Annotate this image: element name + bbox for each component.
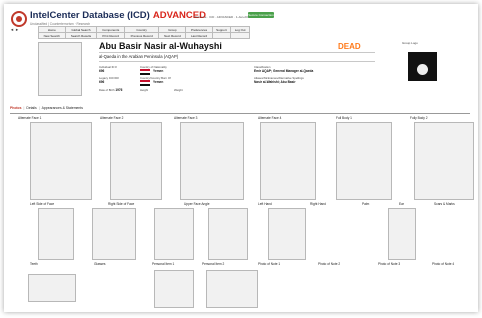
field-value: 1976 — [115, 88, 123, 92]
photo-caption: Upper Face Angle — [184, 202, 210, 206]
nav-print-record[interactable]: Print Record — [96, 32, 125, 39]
photo-caption: Left Side of Face — [30, 202, 55, 206]
photo-personal-item-1[interactable] — [154, 208, 194, 260]
photo-alternate-face-2[interactable] — [110, 122, 162, 200]
yemen-flag-icon — [140, 69, 150, 75]
photo-mouth-closeup[interactable] — [28, 274, 76, 302]
intelcenter-logo-icon — [11, 11, 27, 27]
field-label: Date of Birth — [99, 88, 115, 92]
nav-previous-record[interactable]: Previous Record — [123, 32, 160, 39]
profile-photo-placeholder[interactable] — [38, 42, 82, 96]
photo-caption: Alternate Face 1 — [18, 116, 42, 120]
person-organization[interactable]: al-Qaeda in the Arabian Peninsula (AQAP) — [99, 54, 178, 59]
nav-search-results[interactable]: Search Results — [64, 32, 98, 39]
photo-caption: Right Hand — [310, 202, 326, 206]
person-name: Abu Basir Nasir al-Wuhayshi — [99, 41, 222, 51]
photo-caption: Photo of Note 3 — [378, 262, 401, 266]
secure-connection-button[interactable]: Secure Connection — [248, 12, 274, 18]
photo-personal-item-2[interactable] — [208, 208, 248, 260]
record-tabs: Photos | Details | Appearances & Statements — [10, 106, 83, 110]
nav-new-search[interactable]: New Search — [38, 32, 66, 39]
status-badge: DEAD — [338, 42, 361, 51]
tab-separator: | — [23, 106, 25, 110]
photo-caption: Photo of Note 2 — [318, 262, 341, 266]
photo-caption: Alternate Face 4 — [258, 116, 282, 120]
app-title: IntelCenter Database (ICD) ADVANCED — [30, 10, 206, 21]
photo-document[interactable] — [206, 270, 258, 308]
photo-glasses[interactable] — [92, 208, 136, 260]
photo-caption: Teeth — [30, 262, 38, 266]
photo-caption: Full Body 1 — [336, 116, 352, 120]
photo-caption: Personal Item 1 — [152, 262, 175, 266]
photo-caption: Left Hand — [258, 202, 272, 206]
divider — [99, 52, 375, 53]
yemen-flag-icon — [140, 80, 150, 86]
photo-caption: Ear — [399, 202, 404, 206]
nav-empty-1 — [211, 32, 232, 39]
photo-teeth[interactable] — [38, 208, 74, 260]
record-window: IntelCenter Database (ICD) ADVANCED Uncla… — [4, 4, 478, 312]
tab-photos[interactable]: Photos — [10, 106, 22, 110]
nav-next-record[interactable]: Next Record — [158, 32, 187, 39]
photo-alternate-face-3[interactable] — [180, 122, 244, 200]
field-height: Height — [140, 88, 149, 92]
app-title-text: IntelCenter Database (ICD) — [30, 10, 150, 21]
photo-caption: Photo of Note 4 — [432, 262, 455, 266]
photo-caption: Personal Item 2 — [202, 262, 225, 266]
group-logo-label: Group Logo — [402, 41, 418, 45]
photo-note-1[interactable] — [268, 208, 306, 260]
photo-caption: Alternate Face 2 — [100, 116, 124, 120]
tabs-divider — [10, 113, 470, 114]
photo-caption: Photo of Note 1 — [258, 262, 281, 266]
group-flag-icon[interactable] — [408, 52, 437, 81]
nav-arrows-icon[interactable]: ◄ ► — [10, 27, 19, 32]
photo-full-body-1[interactable] — [336, 122, 392, 200]
photo-caption: Right Side of Face — [108, 202, 135, 206]
welcome-text: Welcome · ICD · ADVANCED · 1-Jan-2011 — [194, 15, 251, 19]
field-individual-id: Individual ID # 696 — [99, 65, 117, 73]
photo-alternate-face-1[interactable] — [30, 122, 92, 200]
tab-details[interactable]: Details — [26, 106, 36, 110]
field-legacy-id: Legacy ICD ID# 696 — [99, 76, 119, 84]
field-aliases: Aliases/Nicknames/Alternative Spellings … — [254, 76, 304, 84]
tab-appearances[interactable]: Appearances & Statements — [42, 106, 83, 110]
field-value: Emir AQAP; General Manager al-Qaeda — [254, 69, 314, 73]
photo-caption: Palm — [362, 202, 370, 206]
nav-empty-2 — [230, 32, 250, 39]
field-date-of-birth: Date of Birth 1976 — [99, 88, 122, 92]
field-weight: Weight — [174, 88, 183, 92]
photo-caption: Alternate Face 3 — [174, 116, 198, 120]
photo-caption: Glasses — [94, 262, 106, 266]
divider — [99, 61, 375, 62]
nav-last-record[interactable]: Last Record — [185, 32, 213, 39]
field-value: 696 — [99, 80, 105, 84]
photo-hand-ring[interactable] — [154, 270, 194, 308]
photo-alternate-face-4[interactable] — [260, 122, 316, 200]
field-value: 696 — [99, 69, 105, 73]
photo-full-body-2[interactable] — [414, 122, 474, 200]
photo-note-2[interactable] — [388, 208, 416, 260]
nav-table: Home Global Search Components Country Gr… — [38, 26, 250, 39]
tab-separator: | — [38, 106, 40, 110]
photo-caption: Scars & Marks — [434, 202, 455, 206]
field-value: Nasir al-Wahishi; Abu Basir — [254, 80, 296, 84]
photo-caption: Fully Body 2 — [410, 116, 428, 120]
field-classification: Classification Emir AQAP; General Manage… — [254, 65, 313, 73]
